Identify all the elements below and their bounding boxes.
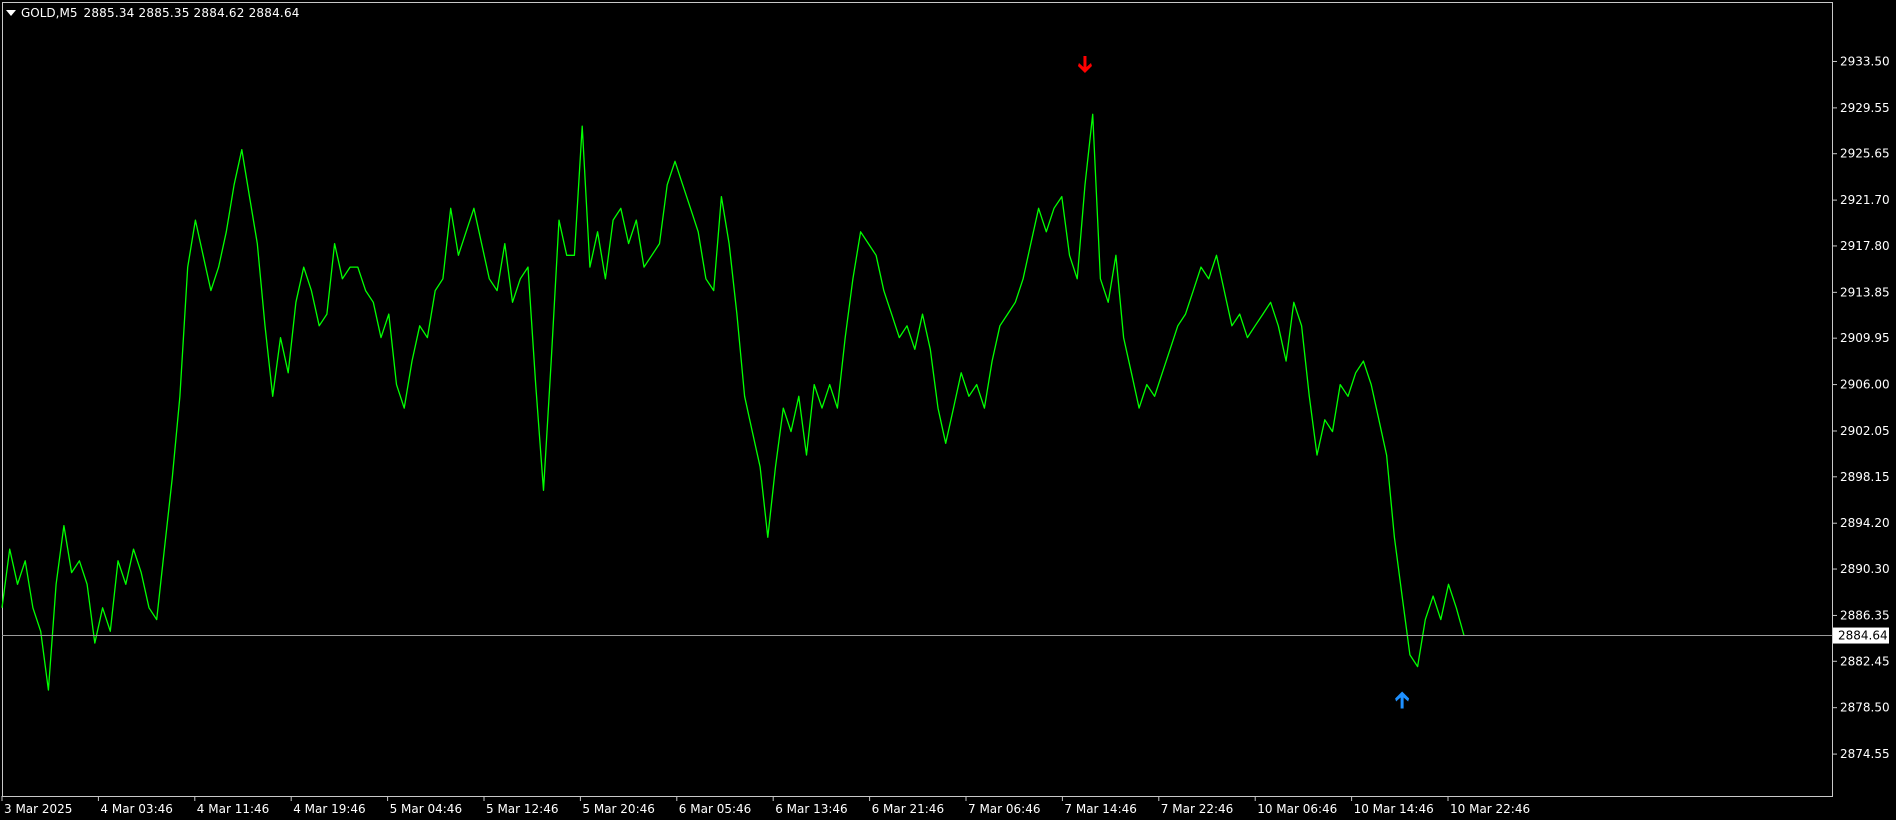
y-tick-label: 2909.95 [1840,331,1890,345]
x-tick-label: 7 Mar 22:46 [1161,802,1234,816]
buy-arrow-icon [1395,691,1410,709]
x-tick-label: 4 Mar 03:46 [100,802,172,816]
x-tick-label: 3 Mar 2025 [4,802,72,816]
symbol-header[interactable]: GOLD,M5 2885.34 2885.35 2884.62 2884.64 [6,5,300,21]
y-tick-label: 2890.30 [1840,562,1890,576]
x-tick-label: 6 Mar 13:46 [775,802,848,816]
y-tick-label: 2878.50 [1840,701,1890,715]
y-tick-label: 2902.05 [1840,424,1890,438]
y-tick-label: 2894.20 [1840,516,1890,530]
y-tick-label: 2898.15 [1840,470,1890,484]
x-tick-label: 4 Mar 11:46 [197,802,269,816]
y-tick-label: 2921.70 [1840,193,1890,207]
x-tick-label: 5 Mar 12:46 [486,802,559,816]
symbol-label: GOLD,M5 [21,6,78,20]
x-tick-label: 7 Mar 14:46 [1064,802,1137,816]
y-tick-label: 2874.55 [1840,747,1890,761]
x-tick-label: 10 Mar 22:46 [1450,802,1530,816]
chart-canvas[interactable]: 2884.64 2933.50 2929.55 2925.65 2921.70 2917.… [0,0,1896,820]
plot-frame [2,2,1833,797]
ohlc-values: 2885.34 2885.35 2884.62 2884.64 [83,6,300,20]
x-tick-label: 5 Mar 20:46 [582,802,655,816]
x-tick-label: 4 Mar 19:46 [293,802,366,816]
dropdown-triangle-icon[interactable] [6,10,16,16]
current-price-label: 2884.64 [1838,629,1888,643]
sell-arrow-icon [1077,55,1092,73]
price-line [1,113,1465,691]
price-chart[interactable]: 2884.64 2933.50 2929.55 2925.65 2921.70 2917.… [0,0,1896,820]
y-tick-label: 2913.85 [1840,285,1890,299]
y-tick-label: 2933.50 [1840,54,1890,68]
x-tick-label: 6 Mar 21:46 [872,802,945,816]
y-tick-label: 2929.55 [1840,101,1890,115]
y-tick-label: 2917.80 [1840,239,1890,253]
x-tick-label: 6 Mar 05:46 [679,802,752,816]
x-tick-label: 10 Mar 14:46 [1354,802,1434,816]
y-tick-label: 2906.00 [1840,378,1890,392]
x-tick-label: 5 Mar 04:46 [390,802,463,816]
y-tick-label: 2882.45 [1840,654,1890,668]
y-tick-label: 2925.65 [1840,147,1890,161]
x-tick-label: 10 Mar 06:46 [1257,802,1337,816]
y-tick-label: 2886.35 [1840,608,1890,622]
x-tick-label: 7 Mar 06:46 [968,802,1041,816]
